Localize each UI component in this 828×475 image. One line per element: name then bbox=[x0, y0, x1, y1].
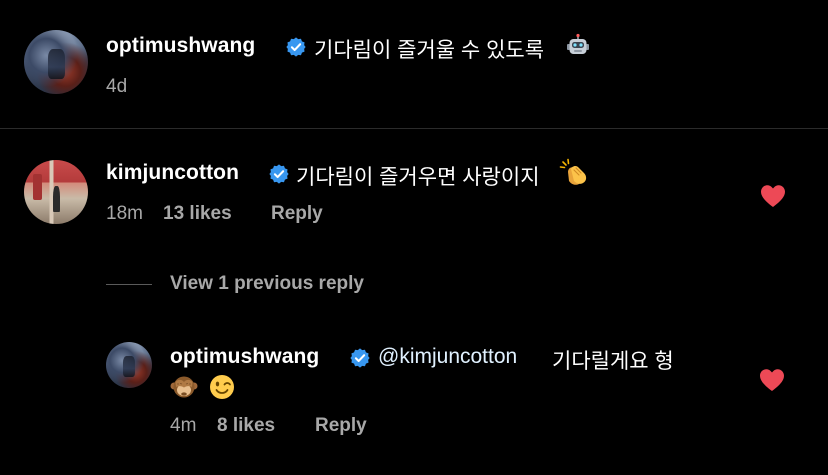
comment-timestamp: 18m bbox=[106, 203, 143, 224]
caption-timestamp: 4d bbox=[106, 76, 128, 97]
comment-username[interactable]: kimjuncotton bbox=[106, 161, 239, 185]
comment-reply-button[interactable]: Reply bbox=[271, 203, 323, 225]
reply-timestamp: 4m bbox=[170, 415, 197, 436]
caption-avatar[interactable] bbox=[24, 30, 88, 94]
verified-badge-icon bbox=[269, 164, 289, 184]
verified-badge-icon bbox=[286, 37, 306, 57]
heart-liked-icon[interactable] bbox=[760, 184, 786, 208]
caption-text: 기다림이 즐거울 수 있도록 bbox=[314, 39, 545, 62]
reply-reply-button[interactable]: Reply bbox=[315, 415, 367, 437]
comment-avatar[interactable] bbox=[24, 160, 88, 224]
comment-likes-count[interactable]: 13 likes bbox=[163, 203, 232, 225]
clapping-hands-emoji-icon bbox=[559, 158, 587, 185]
comment-text: 기다림이 즐거우면 사랑이지 bbox=[296, 166, 540, 189]
heart-liked-icon[interactable] bbox=[759, 368, 785, 392]
verified-badge-icon bbox=[350, 348, 370, 368]
caption-username[interactable]: optimushwang bbox=[106, 34, 255, 58]
reply-avatar[interactable] bbox=[106, 342, 152, 388]
view-previous-replies-button[interactable]: View 1 previous reply bbox=[170, 273, 364, 295]
winking-face-emoji-icon bbox=[210, 375, 234, 399]
reply-likes-count[interactable]: 8 likes bbox=[217, 415, 275, 437]
reply-text: 기다릴게요 형 bbox=[552, 350, 674, 373]
reply-mention-link[interactable]: @kimjuncotton bbox=[378, 345, 517, 369]
see-no-evil-monkey-emoji-icon bbox=[170, 376, 198, 398]
replies-thread-line bbox=[106, 284, 152, 285]
reply-username[interactable]: optimushwang bbox=[170, 345, 319, 369]
robot-emoji-icon bbox=[567, 33, 589, 54]
caption-divider bbox=[0, 128, 828, 129]
